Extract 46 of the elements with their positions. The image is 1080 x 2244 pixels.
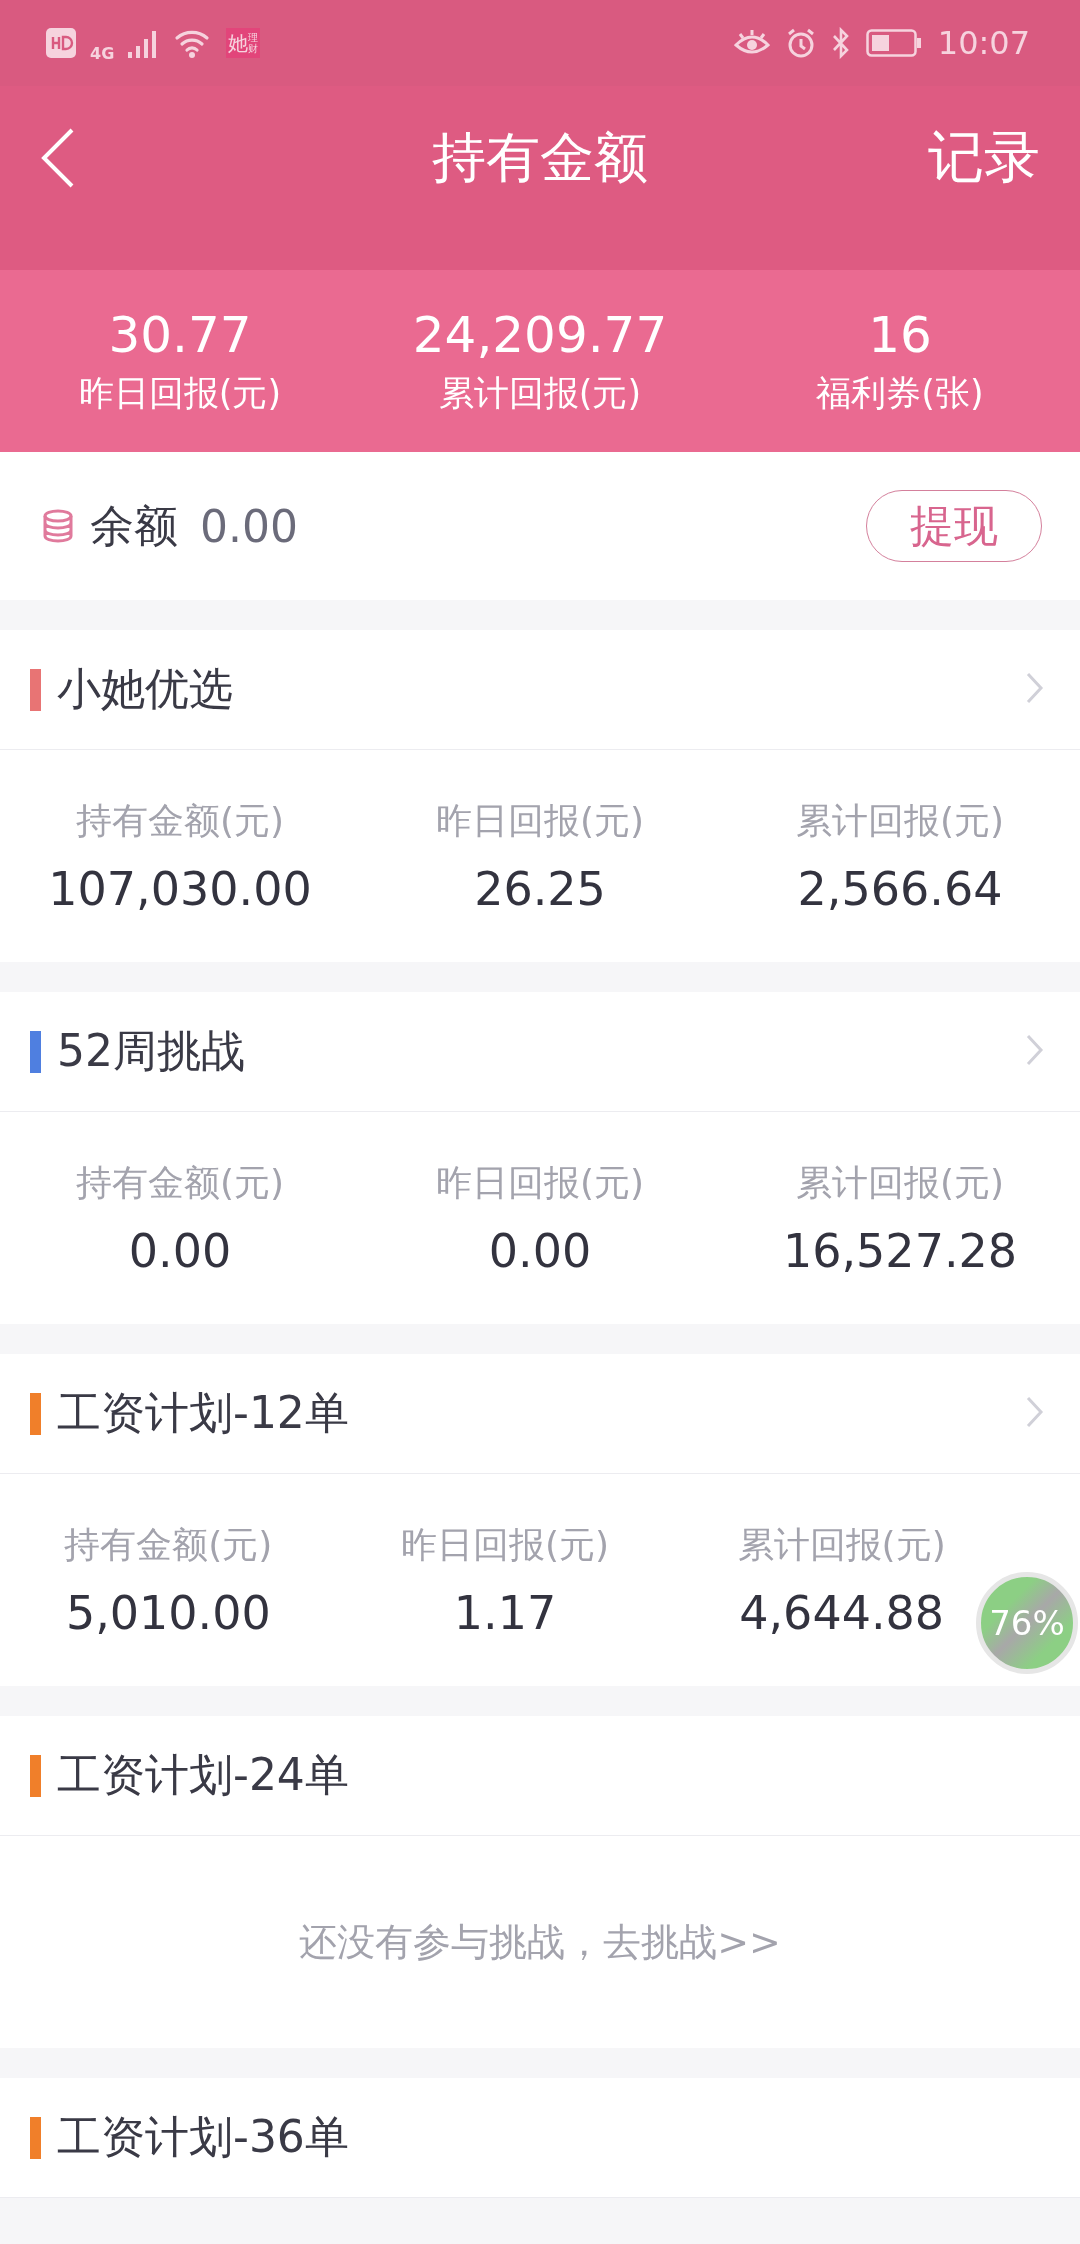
- stat-value: 5,010.00: [65, 1585, 271, 1640]
- coins-icon: [42, 509, 74, 543]
- summary-value: 30.77: [108, 305, 252, 364]
- stat-value: 4,644.88: [739, 1585, 945, 1640]
- section-title: 工资计划-24单: [57, 1748, 349, 1802]
- section-header[interactable]: 工资计划-36单: [0, 2078, 1080, 2198]
- summary-value: 16: [868, 305, 932, 364]
- stat-label: 持有金额(元): [75, 1160, 285, 1205]
- section-title: 工资计划-12单: [57, 1386, 349, 1440]
- section-title: 小她优选: [57, 662, 233, 716]
- bluetooth-icon: [831, 27, 850, 59]
- page-title: 持有金额: [431, 127, 649, 189]
- section-header[interactable]: 小她优选: [0, 630, 1080, 750]
- summary-label: 福利券(张): [816, 371, 984, 415]
- battery-icon: [865, 29, 922, 57]
- stat-label: 昨日回报(元): [435, 798, 645, 843]
- summary-label: 昨日回报(元): [78, 371, 282, 415]
- stat-value: 1.17: [453, 1585, 557, 1640]
- balance-label: 余额: [90, 498, 178, 553]
- records-button[interactable]: 记录: [928, 120, 1040, 196]
- summary-label: 累计回报(元): [438, 371, 642, 415]
- section-header[interactable]: 工资计划-12单: [0, 1354, 1080, 1474]
- section-header[interactable]: 工资计划-24单: [0, 1716, 1080, 1836]
- stat-value: 2,566.64: [797, 861, 1003, 916]
- stat-value: 107,030.00: [48, 861, 312, 916]
- summary-value: 24,209.77: [412, 305, 668, 364]
- stat-value: 26.25: [474, 861, 606, 916]
- section-title: 52周挑战: [57, 1024, 245, 1078]
- stat-label: 累计回报(元): [795, 1160, 1005, 1205]
- stat-label: 持有金额(元): [64, 1522, 273, 1567]
- stat-label: 持有金额(元): [75, 798, 285, 843]
- alarm-icon: [785, 28, 816, 58]
- stat-label: 昨日回报(元): [400, 1522, 610, 1567]
- hd-icon: [46, 28, 76, 58]
- stat-value: 16,527.28: [782, 1223, 1018, 1278]
- stat-value: 0.00: [488, 1223, 592, 1278]
- stat-value: 0.00: [128, 1223, 232, 1278]
- network-type: 4G: [90, 43, 115, 63]
- stat-label: 累计回报(元): [795, 798, 1005, 843]
- stat-label: 昨日回报(元): [435, 1160, 645, 1205]
- balance-value: 0.00: [200, 500, 298, 552]
- back-icon[interactable]: [40, 127, 76, 189]
- section-title: 工资计划-36单: [57, 2110, 349, 2164]
- section-header[interactable]: 52周挑战: [0, 992, 1080, 1112]
- clock-time: 10:07: [937, 24, 1030, 62]
- stat-label: 累计回报(元): [737, 1522, 946, 1567]
